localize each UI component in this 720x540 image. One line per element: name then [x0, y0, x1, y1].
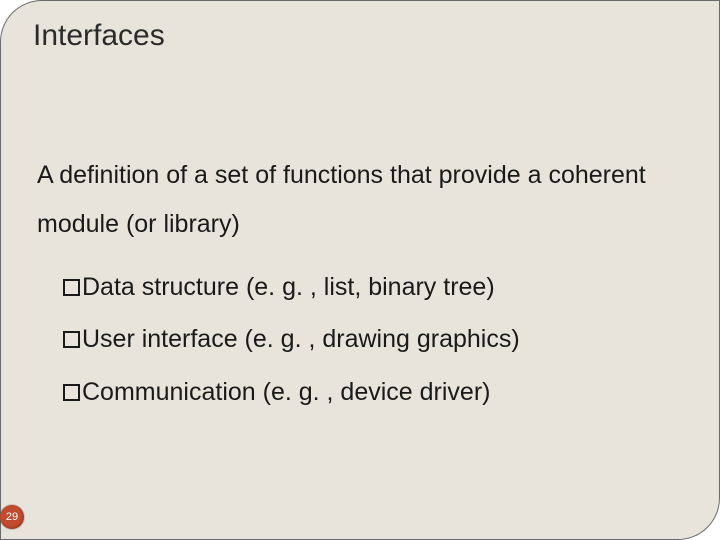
slide-body: A definition of a set of functions that … — [37, 151, 683, 418]
slide-frame: Interfaces A definition of a set of func… — [0, 0, 720, 540]
bullet-text: Data structure (e. g. , list, binary tre… — [82, 273, 495, 301]
square-bullet-icon — [63, 384, 80, 401]
list-item: User interface (e. g. , drawing graphics… — [63, 313, 683, 366]
bullet-list: Data structure (e. g. , list, binary tre… — [37, 261, 683, 419]
page-number-badge: 29 — [0, 505, 24, 529]
list-item: Data structure (e. g. , list, binary tre… — [63, 261, 683, 314]
slide-title: Interfaces — [33, 19, 165, 53]
list-item: Communication (e. g. , device driver) — [63, 366, 683, 419]
bullet-text: Communication (e. g. , device driver) — [82, 378, 490, 406]
lead-paragraph: A definition of a set of functions that … — [37, 151, 683, 249]
square-bullet-icon — [63, 279, 80, 296]
bullet-text: User interface (e. g. , drawing graphics… — [82, 325, 520, 353]
square-bullet-icon — [63, 331, 80, 348]
